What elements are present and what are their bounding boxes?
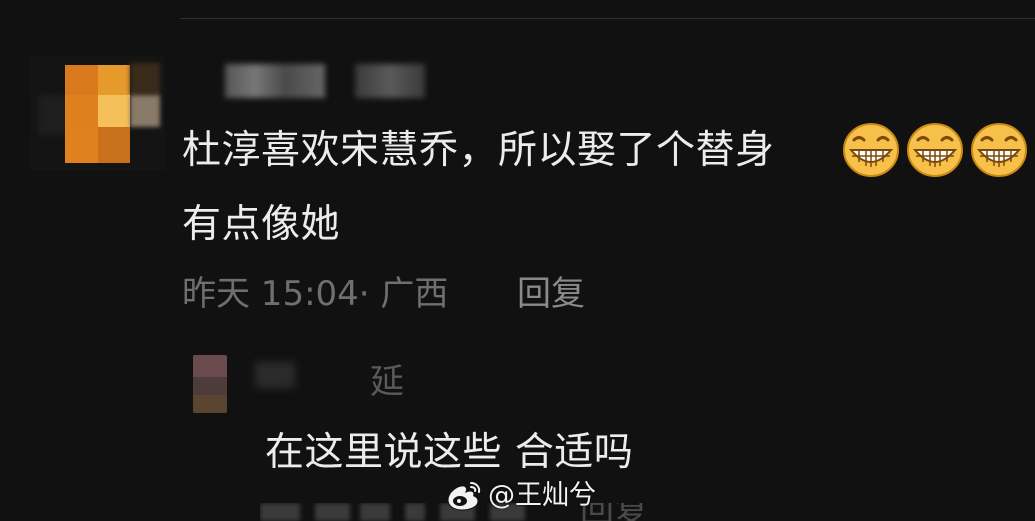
- weibo-watermark: @王灿兮: [444, 478, 596, 514]
- reply-username-blurred[interactable]: [255, 362, 295, 388]
- reply-text: 在这里说这些 合适吗: [265, 430, 634, 475]
- grinning-face-icon: [843, 123, 899, 177]
- emoji-row: [842, 122, 1028, 178]
- comment-text-line-1: 杜淳喜欢宋慧乔，所以娶了个替身: [182, 128, 775, 173]
- reply-username-char: 延: [370, 362, 404, 402]
- weibo-logo-icon: [447, 482, 481, 511]
- grinning-face-icon: [907, 123, 963, 177]
- comment-text-line-2: 有点像她: [182, 202, 341, 247]
- username-badge-blurred: [355, 64, 425, 98]
- reply-button[interactable]: 回复: [517, 272, 585, 316]
- top-divider: [180, 18, 1035, 19]
- watermark-text: @王灿兮: [488, 480, 596, 511]
- avatar[interactable]: [30, 55, 165, 170]
- username-blurred[interactable]: [225, 64, 325, 98]
- comment-meta-time-location: 昨天 15:04· 广西: [182, 274, 449, 314]
- reply-avatar[interactable]: [193, 355, 227, 413]
- grinning-face-icon: [971, 123, 1027, 177]
